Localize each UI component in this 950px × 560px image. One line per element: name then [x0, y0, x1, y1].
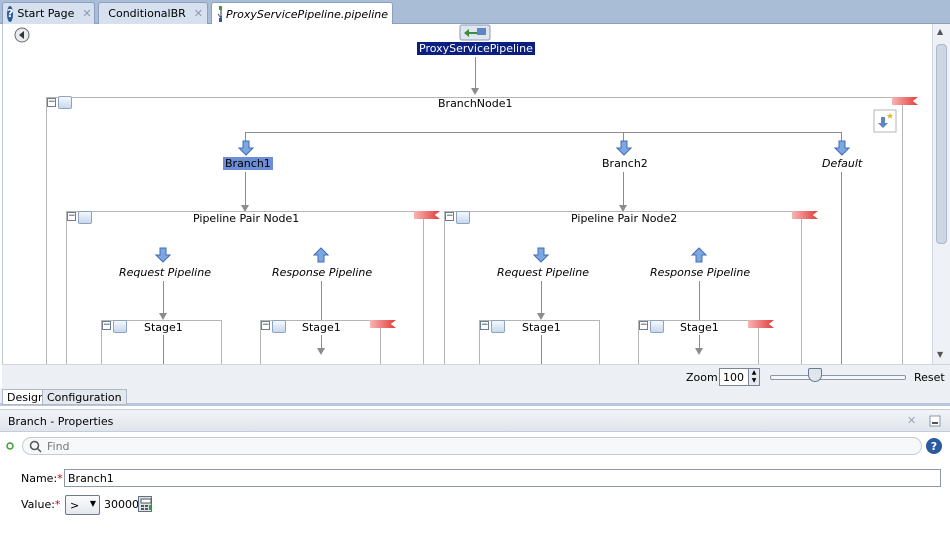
collapse-toggle[interactable]: − — [445, 212, 454, 221]
branch-node-label: BranchNode1 — [438, 97, 513, 110]
tab-label: ProxyServicePipeline.pipeline — [226, 7, 388, 21]
properties-title: Branch - Properties — [8, 415, 114, 428]
chevron-down-icon: ▼ — [89, 499, 96, 508]
request-pipeline-label[interactable]: Request Pipeline — [497, 266, 589, 279]
pipeline-design-canvas[interactable]: ProxyServicePipeline − BranchNode1 Branc… — [2, 24, 932, 364]
tab-configuration[interactable]: Configuration — [42, 389, 127, 405]
status-dot-icon — [6, 442, 14, 450]
zoom-slider-thumb[interactable] — [808, 368, 822, 382]
stage-icon — [272, 320, 286, 333]
tab-start-page[interactable]: ? Start Page ✕ — [2, 2, 95, 24]
tab-label: ConditionalBR — [108, 7, 186, 20]
add-branch-icon[interactable] — [873, 109, 897, 133]
zoom-slider-track[interactable] — [770, 375, 906, 380]
find-placeholder: Find — [47, 440, 70, 453]
zoom-toolbar: Zoom: 100 ▲ ▼ Reset — [2, 364, 950, 388]
root-node-label[interactable]: ProxyServicePipeline — [417, 42, 535, 55]
error-flag-icon — [892, 97, 918, 105]
request-arrow-icon — [533, 247, 549, 263]
pipeline-icon — [104, 7, 105, 13]
branch1-arrow-icon — [238, 140, 254, 156]
view-tabs: Design Configuration — [0, 388, 950, 406]
stage-icon — [650, 320, 664, 333]
operator-value: > — [70, 499, 80, 512]
expression-editor-icon[interactable] — [138, 496, 152, 512]
stage-icon — [113, 320, 127, 333]
pipeline-pair-icon — [456, 211, 470, 224]
branch2-arrow-icon — [616, 140, 632, 156]
tab-label: Start Page — [17, 7, 75, 20]
branch1-label[interactable]: Branch1 — [223, 157, 273, 170]
scrollbar-thumb[interactable] — [936, 44, 947, 244]
name-label: Name:* — [21, 472, 63, 485]
close-icon[interactable]: ✕ — [194, 7, 203, 20]
search-icon — [29, 440, 42, 453]
collapse-toggle[interactable]: − — [261, 321, 270, 330]
stage-icon — [491, 320, 505, 333]
name-input[interactable]: Branch1 — [64, 469, 941, 487]
pipeline-file-icon — [217, 6, 222, 22]
stage-label: Stage1 — [144, 321, 183, 334]
pipeline-pair-node2-label: Pipeline Pair Node2 — [571, 212, 678, 225]
value-text[interactable]: 30000 — [104, 498, 139, 511]
collapse-toggle[interactable]: − — [67, 212, 76, 221]
proxy-service-icon — [459, 24, 491, 41]
branch-node-icon — [58, 96, 72, 109]
zoom-input[interactable]: 100 — [719, 368, 749, 386]
editor-tab-bar: ? Start Page ✕ ConditionalBR ✕ ProxyServ… — [0, 0, 950, 25]
close-icon[interactable]: ✕ — [907, 414, 916, 427]
request-pipeline-label[interactable]: Request Pipeline — [119, 266, 211, 279]
collapse-toggle[interactable]: − — [639, 321, 648, 330]
properties-header: Branch - Properties ✕ — [0, 410, 950, 432]
scroll-down-icon[interactable]: ▼ — [937, 350, 943, 359]
vertical-scrollbar[interactable]: ▲ ▼ — [932, 24, 950, 364]
zoom-spinner[interactable]: ▲ ▼ — [748, 368, 760, 386]
operator-select[interactable]: > ▼ — [65, 495, 100, 515]
stage-label: Stage1 — [302, 321, 341, 334]
response-arrow-icon — [691, 247, 707, 263]
scroll-up-icon[interactable]: ▲ — [937, 27, 943, 36]
default-arrow-icon — [834, 140, 850, 156]
response-pipeline-label[interactable]: Response Pipeline — [272, 266, 372, 279]
collapse-toggle[interactable]: − — [480, 321, 489, 330]
reset-zoom-button[interactable]: Reset — [914, 371, 945, 384]
default-branch-label[interactable]: Default — [822, 157, 862, 170]
close-icon[interactable]: ✕ — [82, 7, 91, 20]
value-label: Value:* — [21, 498, 61, 511]
request-arrow-icon — [155, 247, 171, 263]
back-icon[interactable] — [14, 27, 30, 43]
tab-conditionalbr[interactable]: ConditionalBR ✕ — [98, 2, 208, 24]
find-field[interactable]: Find — [22, 437, 922, 455]
pipeline-pair-icon — [78, 211, 92, 224]
stage-label: Stage1 — [522, 321, 561, 334]
minimize-icon[interactable] — [929, 415, 941, 427]
branch2-label[interactable]: Branch2 — [602, 157, 648, 170]
response-arrow-icon — [313, 247, 329, 263]
response-pipeline-label[interactable]: Response Pipeline — [650, 266, 750, 279]
collapse-toggle[interactable]: − — [102, 321, 111, 330]
properties-panel: Branch - Properties ✕ Find ? Name:* Bran… — [0, 409, 950, 560]
zoom-label: Zoom: — [686, 371, 722, 384]
collapse-toggle[interactable]: − — [47, 98, 56, 107]
tab-proxyservicepipeline[interactable]: ProxyServicePipeline.pipeline — [211, 2, 393, 25]
help-icon[interactable]: ? — [926, 438, 942, 454]
help-circle-icon: ? — [7, 5, 14, 22]
pipeline-pair-node1-label: Pipeline Pair Node1 — [193, 212, 300, 225]
stage-label: Stage1 — [680, 321, 719, 334]
